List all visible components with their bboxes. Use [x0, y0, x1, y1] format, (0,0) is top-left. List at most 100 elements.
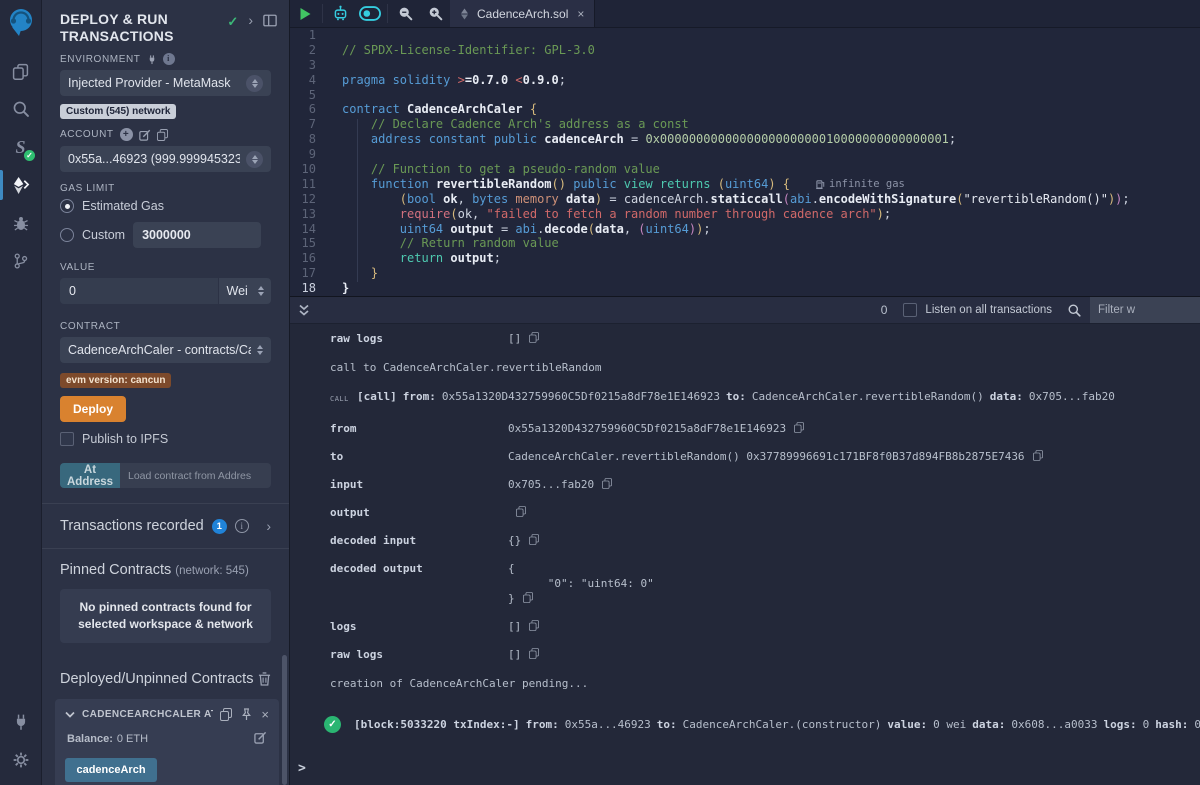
gas-custom-input[interactable] [133, 222, 261, 248]
publish-ipfs-checkbox[interactable] [60, 432, 74, 446]
code-line[interactable]: 8 address constant public cadenceArch = … [290, 132, 1200, 147]
edit-balance-icon[interactable] [254, 731, 267, 744]
remix-logo[interactable] [0, 2, 41, 44]
terminal-row-kv: raw logs[] [290, 331, 1200, 346]
gas-custom-radio[interactable] [60, 228, 74, 242]
copy-icon[interactable] [602, 478, 612, 489]
gas-estimated-radio[interactable] [60, 199, 74, 213]
environment-select[interactable]: Injected Provider - MetaMask [60, 70, 271, 96]
code-line[interactable]: 3 [290, 58, 1200, 73]
success-check-icon[interactable]: ✓ [324, 716, 341, 733]
listen-all-transactions-checkbox[interactable] [903, 303, 917, 317]
code-editor[interactable]: 12// SPDX-License-Identifier: GPL-3.034p… [290, 28, 1200, 296]
run-script-button[interactable] [290, 0, 320, 27]
fn-button-cadenceArch[interactable]: cadenceArch [65, 758, 157, 782]
pin-contract-icon[interactable] [241, 708, 252, 721]
code-line[interactable]: 1 [290, 28, 1200, 43]
sidebar-item-solidity-compiler[interactable]: S ✓ [0, 128, 41, 166]
ai-assistant-button[interactable] [325, 0, 355, 27]
tab-cadencearch-sol[interactable]: CadenceArch.sol × [450, 0, 595, 27]
tab-close-icon[interactable]: × [577, 8, 584, 20]
code-token: data [595, 222, 624, 236]
code-line[interactable]: 10 // Function to get a pseudo-random va… [290, 162, 1200, 177]
account-select[interactable]: 0x55a...46923 (999.9999453238 [60, 146, 271, 172]
log-key: from [330, 421, 508, 436]
copy-icon[interactable] [529, 534, 539, 545]
code-line[interactable]: 13 require(ok, "failed to fetch a random… [290, 207, 1200, 222]
panel-columns-icon[interactable] [263, 14, 277, 27]
ai-copilot-toggle[interactable] [355, 0, 385, 27]
zoom-in-button[interactable] [420, 0, 450, 27]
gas-limit-label: GAS LIMIT [60, 183, 271, 194]
copy-address-icon[interactable] [220, 708, 232, 721]
evm-version-badge: evm version: cancun [60, 373, 171, 388]
sidebar-item-deploy-run[interactable] [0, 166, 41, 204]
copy-icon[interactable] [529, 332, 539, 343]
code-line[interactable]: 16 return output; [290, 251, 1200, 266]
copy-icon[interactable] [794, 422, 804, 433]
code-line[interactable]: 15 // Return random value [290, 236, 1200, 251]
terminal-output[interactable]: raw logs[] call to CadenceArchCaler.rever… [290, 324, 1200, 785]
code-line[interactable]: 18} [290, 281, 1200, 296]
code-token: ) [877, 207, 884, 221]
create-account-icon[interactable]: + [120, 128, 133, 141]
log-value: 0x55a...46923 [565, 717, 651, 732]
code-line[interactable]: 12 (bool ok, bytes memory data) = cadenc… [290, 192, 1200, 207]
sidebar-item-file-explorer[interactable] [0, 52, 41, 90]
sidebar-item-debugger[interactable] [0, 204, 41, 242]
log-value: {} [508, 533, 521, 548]
copy-icon[interactable] [516, 506, 526, 517]
at-address-input[interactable] [120, 463, 271, 488]
deploy-button[interactable]: Deploy [60, 396, 126, 422]
sidebar-item-search[interactable] [0, 90, 41, 128]
listen-all-transactions-label: Listen on all transactions [925, 304, 1052, 316]
code-token: address constant public [371, 132, 537, 146]
value-unit-select[interactable]: Wei [218, 278, 271, 304]
clear-contracts-trash-icon[interactable] [258, 672, 271, 686]
remix-ide-app: S ✓ [0, 0, 1200, 785]
code-text [330, 88, 342, 103]
code-line[interactable]: 7 // Declare Cadence Arch's address as a… [290, 117, 1200, 132]
copy-icon[interactable] [523, 592, 533, 603]
code-token: cadenceArch [537, 132, 624, 146]
code-line[interactable]: 5 [290, 88, 1200, 103]
sidebar-item-git[interactable] [0, 242, 41, 280]
zoom-out-button[interactable] [390, 0, 420, 27]
environment-info-icon[interactable]: i [163, 53, 175, 65]
code-line[interactable]: 9 [290, 147, 1200, 162]
code-token: return [400, 251, 443, 265]
transactions-recorded-row[interactable]: Transactions recorded 1 i › [42, 504, 289, 548]
expand-terminal-chevrons-icon[interactable] [298, 304, 310, 317]
panel-scrollbar[interactable] [282, 655, 287, 785]
sidebar-item-settings[interactable] [0, 741, 41, 779]
copy-icon[interactable] [529, 620, 539, 631]
copy-icon [529, 648, 539, 659]
code-line[interactable]: 17 } [290, 266, 1200, 281]
value-input[interactable] [60, 278, 218, 304]
terminal-row-text: call to CadenceArchCaler.revertibleRando… [290, 360, 1200, 375]
terminal-search-icon[interactable] [1068, 304, 1081, 317]
panel-chevron-right-icon[interactable]: › [248, 14, 253, 27]
terminal-filter-input[interactable] [1090, 297, 1200, 324]
gas-estimated-option[interactable]: Estimated Gas [60, 199, 271, 213]
log-value: 0x705...fab20 [1029, 389, 1115, 404]
sign-message-icon[interactable] [139, 129, 151, 141]
copy-icon[interactable] [529, 648, 539, 659]
copy-icon[interactable] [1033, 450, 1043, 461]
collapse-chevron-icon[interactable] [65, 711, 75, 718]
code-line[interactable]: 14 uint64 output = abi.decode(data, (uin… [290, 222, 1200, 237]
transactions-info-icon[interactable]: i [235, 519, 249, 533]
at-address-button[interactable]: At Address [60, 463, 120, 488]
terminal-prompt[interactable]: > [290, 761, 1200, 776]
transactions-expand-icon[interactable]: › [266, 520, 271, 533]
copy-account-icon[interactable] [157, 129, 168, 141]
code-line[interactable]: 4pragma solidity >=0.7.0 <0.9.0; [290, 73, 1200, 88]
environment-plug-icon[interactable] [147, 54, 157, 65]
code-line[interactable]: 6contract CadenceArchCaler { [290, 102, 1200, 117]
remove-contract-icon[interactable]: × [261, 709, 269, 721]
code-line[interactable]: 2// SPDX-License-Identifier: GPL-3.0 [290, 43, 1200, 58]
contract-select[interactable]: CadenceArchCaler - contracts/Cad [60, 337, 271, 363]
code-line[interactable]: 11 function revertibleRandom() public vi… [290, 177, 1200, 192]
contract-card-header[interactable]: CADENCEARCHCALER AT 0X × [65, 708, 269, 721]
sidebar-item-plugin-connect[interactable] [0, 703, 41, 741]
